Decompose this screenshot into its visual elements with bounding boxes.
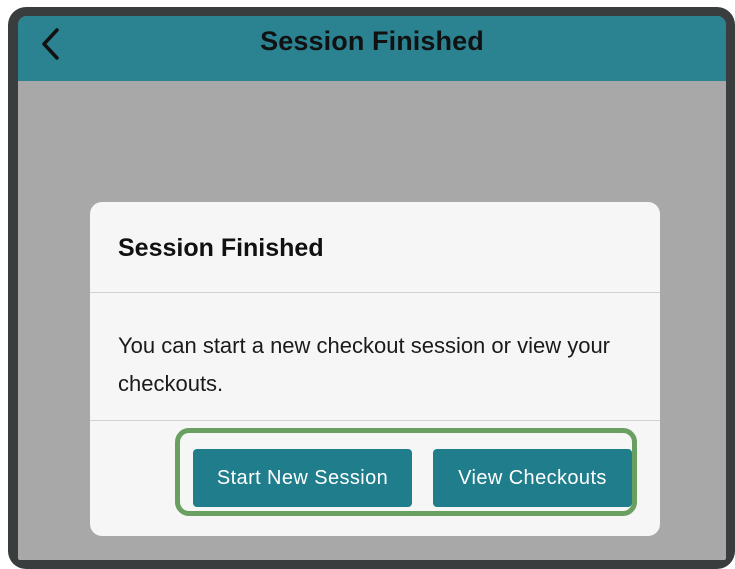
app-screen: Session Finished Session Finished You ca…	[18, 16, 726, 560]
view-checkouts-button[interactable]: View Checkouts	[433, 449, 632, 507]
header-title: Session Finished	[260, 26, 484, 56]
session-finished-dialog: Session Finished You can start a new che…	[90, 202, 660, 536]
dialog-title: Session Finished	[118, 234, 324, 262]
dialog-divider-bottom	[90, 420, 660, 421]
dialog-message: You can start a new checkout session or …	[118, 333, 611, 396]
navigation-header: Session Finished	[18, 16, 726, 81]
start-new-session-button[interactable]: Start New Session	[193, 449, 412, 507]
dialog-divider-top	[90, 292, 660, 293]
device-frame: Session Finished Session Finished You ca…	[8, 7, 735, 569]
